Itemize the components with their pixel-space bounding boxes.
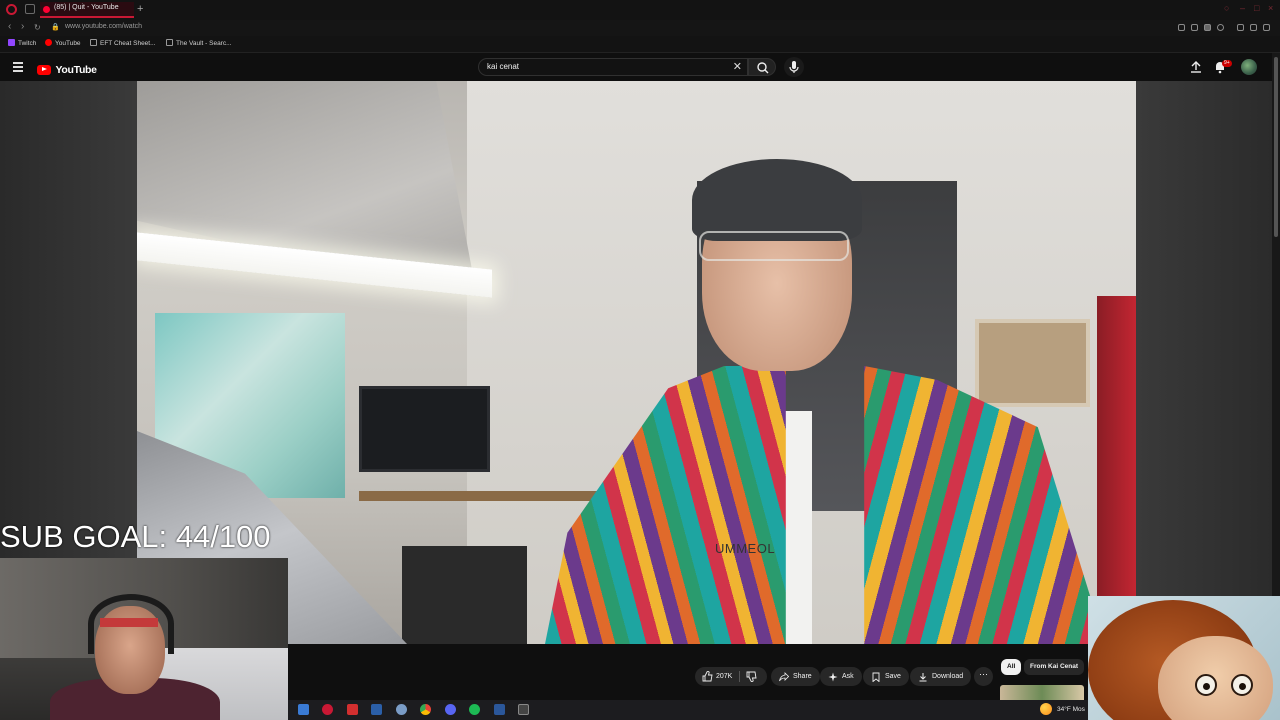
account-avatar[interactable]: [1241, 59, 1257, 75]
share-button[interactable]: Share: [771, 667, 820, 686]
clear-search-icon[interactable]: ✕: [733, 60, 742, 73]
monkey-eye-right: [1231, 674, 1253, 696]
bookmark-youtube[interactable]: YouTube: [45, 39, 81, 49]
monkey-meme-overlay: [1088, 596, 1280, 720]
upload-icon[interactable]: [1189, 60, 1203, 74]
taskbar-discord-icon[interactable]: [445, 704, 456, 715]
video-frame-cap: [692, 159, 862, 241]
like-count[interactable]: 207K: [716, 667, 732, 686]
new-tab-button[interactable]: +: [137, 3, 143, 15]
thumbs-down-icon[interactable]: [746, 671, 757, 682]
notification-count-badge: 9+: [1222, 60, 1232, 67]
share-arrow-icon: [779, 672, 789, 682]
browser-tab-bar: (85) | Quit - YouTube + ○ – □ ×: [0, 0, 1280, 20]
video-frame-glasses: [699, 231, 849, 261]
video-frame-shirt-text: UMMEOL: [715, 541, 776, 556]
youtube-icon: [45, 39, 52, 46]
bookmark-save-icon: [872, 672, 880, 682]
lock-icon: 🔒: [51, 24, 60, 31]
search-query: kai cenat: [487, 62, 520, 71]
monkey-face: [1158, 636, 1273, 720]
taskbar-opera-gx-icon[interactable]: [322, 704, 333, 715]
filter-chip-all[interactable]: All: [1001, 659, 1022, 675]
minimize-button[interactable]: –: [1240, 3, 1245, 13]
heart-icon[interactable]: [1217, 24, 1224, 31]
taskbar-word-icon[interactable]: [494, 704, 505, 715]
page-icon: [90, 39, 97, 46]
speaker-icon: [43, 6, 50, 13]
address-bar: ‹ › ↻ 🔒 www.youtube.com/watch: [0, 20, 1280, 36]
microphone-icon: [789, 61, 799, 73]
more-actions-button[interactable]: ···: [974, 667, 993, 686]
tab-menu-icon[interactable]: [25, 4, 35, 14]
page-icon: [166, 39, 173, 46]
forward-arrow-icon[interactable]: ›: [21, 21, 24, 32]
download-button[interactable]: Download: [910, 667, 972, 686]
shield-icon[interactable]: [1204, 24, 1211, 31]
weather-icon[interactable]: [1040, 703, 1052, 715]
maximize-button[interactable]: □: [1254, 3, 1259, 13]
hamburger-menu-icon[interactable]: [13, 62, 23, 72]
taskbar-refresh-icon[interactable]: [396, 704, 407, 715]
search-button[interactable]: [748, 58, 776, 76]
video-side-blur-right: [1136, 81, 1272, 644]
bookmark-eft-cheat-sheet[interactable]: EFT Cheat Sheet...: [90, 39, 156, 49]
taskbar-weather[interactable]: 34°F Mos: [1057, 704, 1085, 715]
bookmark-twitch[interactable]: Twitch: [8, 39, 36, 49]
video-frame-shelf: [359, 491, 619, 501]
browser-menu-icon[interactable]: [1263, 24, 1270, 31]
search-tabs-icon[interactable]: ○: [1224, 3, 1229, 13]
headphones-icon: [88, 594, 174, 654]
tab-title: (85) | Quit - YouTube: [54, 4, 119, 11]
taskbar-capture-icon[interactable]: [518, 704, 529, 715]
youtube-header: YouTube kai cenat ✕: [0, 53, 1280, 81]
browser-tab-youtube[interactable]: (85) | Quit - YouTube: [40, 2, 134, 18]
like-divider: [739, 671, 740, 682]
taskbar-files-icon[interactable]: [298, 704, 309, 715]
taskbar-chrome-icon[interactable]: [420, 704, 431, 715]
tab-stash-icon[interactable]: [1191, 24, 1198, 31]
url-field[interactable]: www.youtube.com/watch: [65, 23, 142, 30]
video-frame-locker: [1097, 296, 1136, 644]
youtube-play-icon: [37, 64, 51, 75]
downloads-icon[interactable]: [1250, 24, 1257, 31]
taskbar-app-icon[interactable]: [347, 704, 358, 715]
save-button[interactable]: Save: [863, 667, 909, 686]
twitch-icon: [8, 39, 15, 46]
thumbs-up-icon[interactable]: [702, 671, 713, 682]
snapshot-icon[interactable]: [1178, 24, 1185, 31]
close-window-button[interactable]: ×: [1268, 3, 1273, 13]
sub-goal-overlay: SUB GOAL: 44/100: [0, 519, 271, 554]
ask-button[interactable]: Ask: [820, 667, 862, 686]
sparkle-icon: [828, 672, 838, 682]
bookmarks-bar: Twitch YouTube EFT Cheat Sheet... The Va…: [0, 36, 1280, 53]
video-frame-picture: [975, 319, 1090, 407]
back-arrow-icon[interactable]: ‹: [8, 21, 11, 32]
taskbar-spotify-icon[interactable]: [469, 704, 480, 715]
streamer-webcam: [0, 558, 288, 720]
reload-icon[interactable]: ↻: [34, 23, 41, 32]
download-icon: [919, 673, 927, 682]
taskbar-ticktick-icon[interactable]: [371, 704, 382, 715]
voice-search-button[interactable]: [784, 57, 804, 77]
bookmark-the-vault[interactable]: The Vault - Searc...: [166, 39, 232, 49]
video-frame-monitor: [359, 386, 490, 472]
filter-chip-from-channel[interactable]: From Kai Cenat: [1024, 659, 1085, 675]
monkey-eye-left: [1195, 674, 1217, 696]
scrollbar-thumb[interactable]: [1274, 57, 1278, 237]
windows-taskbar: [288, 700, 1088, 720]
opera-gx-logo-icon[interactable]: [6, 4, 17, 15]
extensions-icon[interactable]: [1237, 24, 1244, 31]
like-dislike-group: 207K: [695, 667, 767, 686]
search-input[interactable]: kai cenat ✕: [478, 58, 748, 76]
video-frame-cabinet: [402, 546, 527, 644]
youtube-logo[interactable]: YouTube: [37, 61, 97, 76]
search-icon: [757, 62, 769, 74]
